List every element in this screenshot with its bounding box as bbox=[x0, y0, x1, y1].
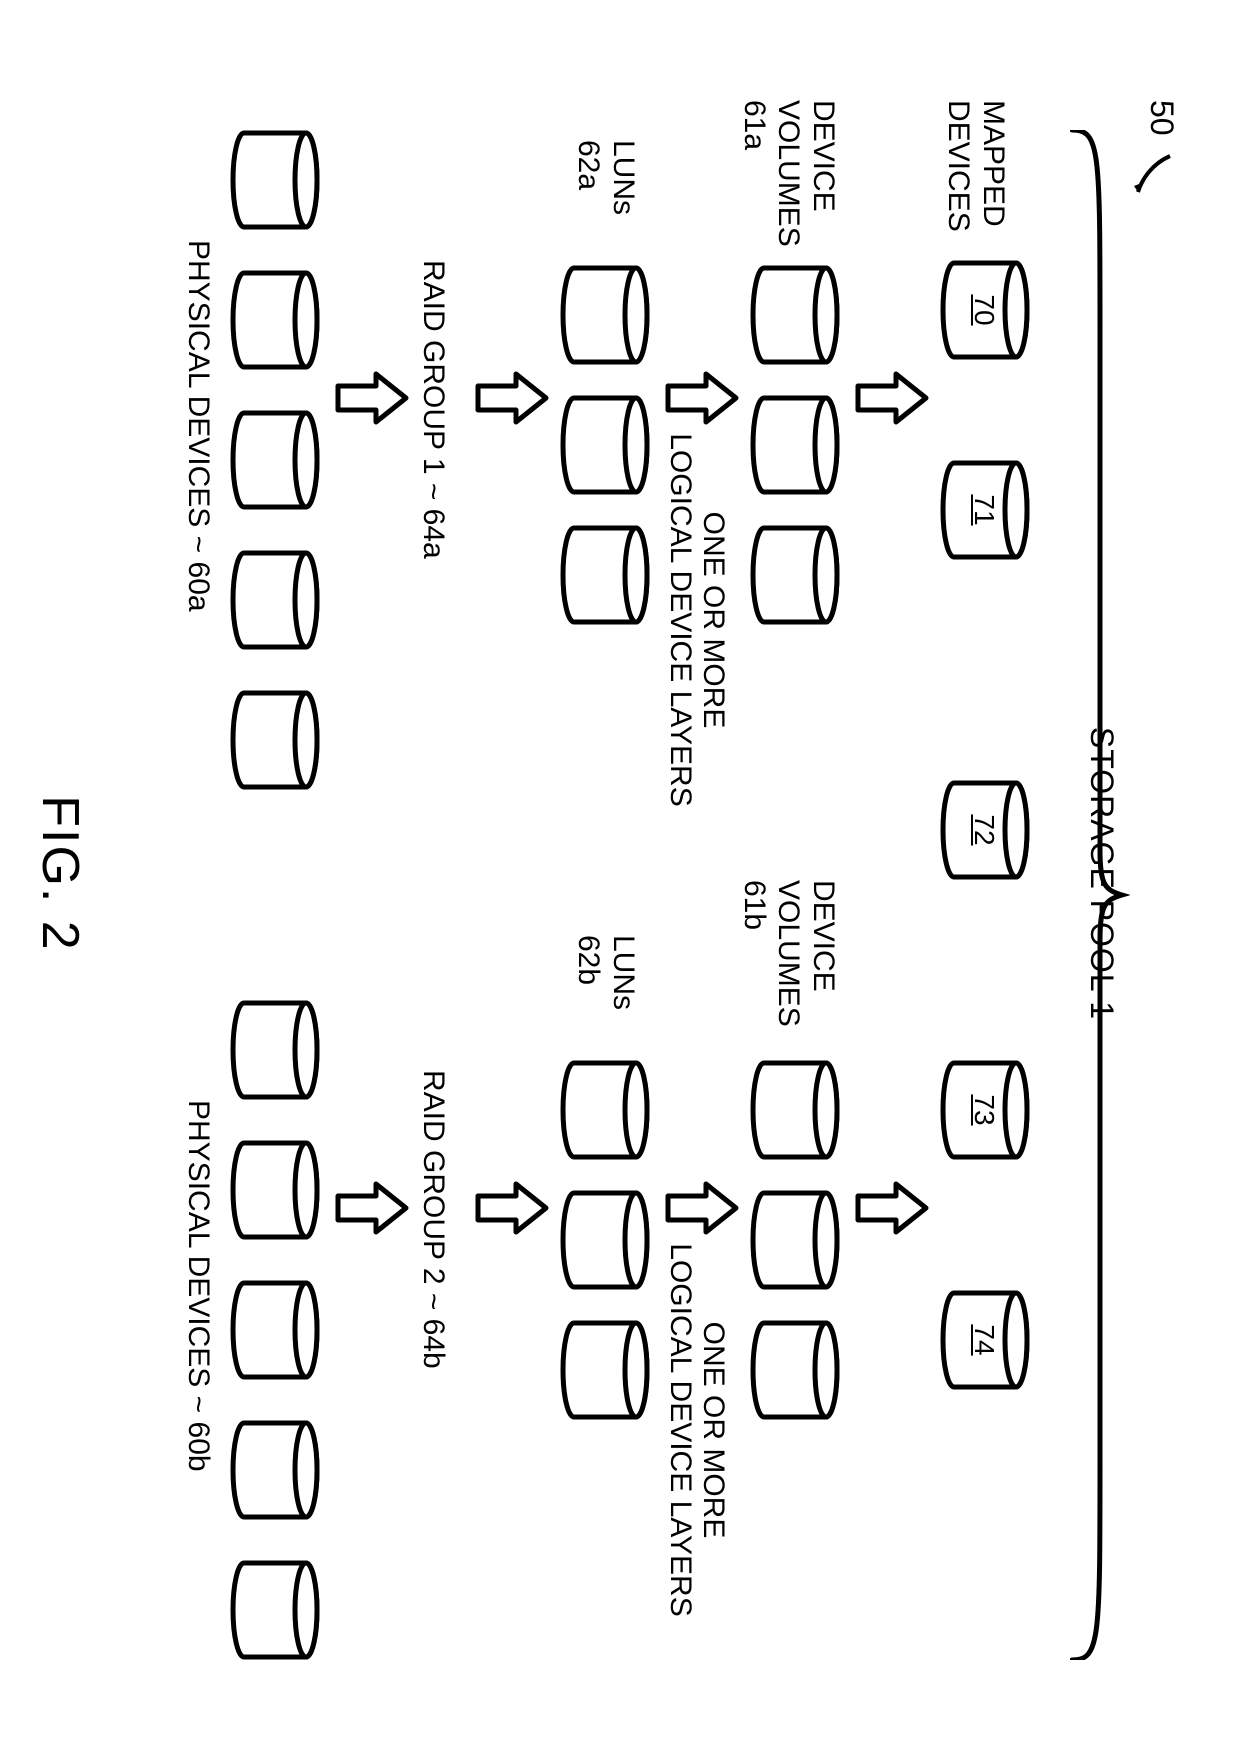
mapped-device-73-id: 73 bbox=[968, 1050, 1000, 1170]
figure-ref-arrow-icon bbox=[1132, 154, 1172, 194]
luns-right-label: LUNs 62b bbox=[571, 935, 640, 1010]
physical-devices-left-label: PHYSICAL DEVICES ~ 60a bbox=[181, 240, 215, 612]
figure-caption: FIG. 2 bbox=[30, 0, 90, 1747]
arrow-up-left-2 bbox=[660, 370, 740, 426]
pd-left-2 bbox=[230, 270, 320, 370]
dv-right-3 bbox=[750, 1320, 840, 1420]
physical-devices-right-label: PHYSICAL DEVICES ~ 60b bbox=[181, 1100, 215, 1472]
arrow-up-left-1 bbox=[850, 370, 930, 426]
raid-group-left-label: RAID GROUP 1 ~ 64a bbox=[416, 260, 450, 559]
mapped-device-72-id: 72 bbox=[968, 770, 1000, 890]
logical-layers-right-label: ONE OR MORE LOGICAL DEVICE LAYERS bbox=[664, 1240, 730, 1620]
dv-right-1 bbox=[750, 1060, 840, 1160]
pd-right-5 bbox=[230, 1560, 320, 1660]
mapped-devices-label: MAPPED DEVICES bbox=[941, 100, 1010, 232]
pd-right-4 bbox=[230, 1420, 320, 1520]
dv-left-2 bbox=[750, 395, 840, 495]
mapped-device-71-id: 71 bbox=[968, 450, 1000, 570]
luns-left-label: LUNs 62a bbox=[571, 140, 640, 215]
arrow-up-right-3 bbox=[470, 1180, 550, 1236]
mapped-device-74-id: 74 bbox=[968, 1280, 1000, 1400]
pd-left-1 bbox=[230, 130, 320, 230]
dv-right-2 bbox=[750, 1190, 840, 1290]
dv-left-1 bbox=[750, 265, 840, 365]
lun-right-1 bbox=[560, 1060, 650, 1160]
lun-right-3 bbox=[560, 1320, 650, 1420]
logical-layers-left-label: ONE OR MORE LOGICAL DEVICE LAYERS bbox=[664, 430, 730, 810]
pd-left-5 bbox=[230, 690, 320, 790]
arrow-up-right-2 bbox=[660, 1180, 740, 1236]
pd-right-3 bbox=[230, 1280, 320, 1380]
arrow-up-left-3 bbox=[470, 370, 550, 426]
arrow-up-left-4 bbox=[330, 370, 410, 426]
pd-left-3 bbox=[230, 410, 320, 510]
lun-left-2 bbox=[560, 395, 650, 495]
storage-pool-title: STORAGE POOL 1 bbox=[1083, 0, 1120, 1747]
device-volumes-right-label: DEVICE VOLUMES 61b bbox=[737, 880, 841, 1027]
device-volumes-left-label: DEVICE VOLUMES 61a bbox=[737, 100, 841, 247]
mapped-device-70-id: 70 bbox=[968, 250, 1000, 370]
arrow-up-right-1 bbox=[850, 1180, 930, 1236]
lun-left-3 bbox=[560, 525, 650, 625]
lun-left-1 bbox=[560, 265, 650, 365]
pd-left-4 bbox=[230, 550, 320, 650]
dv-left-3 bbox=[750, 525, 840, 625]
arrow-up-right-4 bbox=[330, 1180, 410, 1236]
lun-right-2 bbox=[560, 1190, 650, 1290]
pd-right-1 bbox=[230, 1000, 320, 1100]
pd-right-2 bbox=[230, 1140, 320, 1240]
figure-ref-number: 50 bbox=[1143, 100, 1180, 136]
raid-group-right-label: RAID GROUP 2 ~ 64b bbox=[416, 1070, 450, 1369]
diagram-scene: 50 STORAGE POOL 1 MAPPED DEVICES 70 71 7… bbox=[0, 0, 1240, 1747]
